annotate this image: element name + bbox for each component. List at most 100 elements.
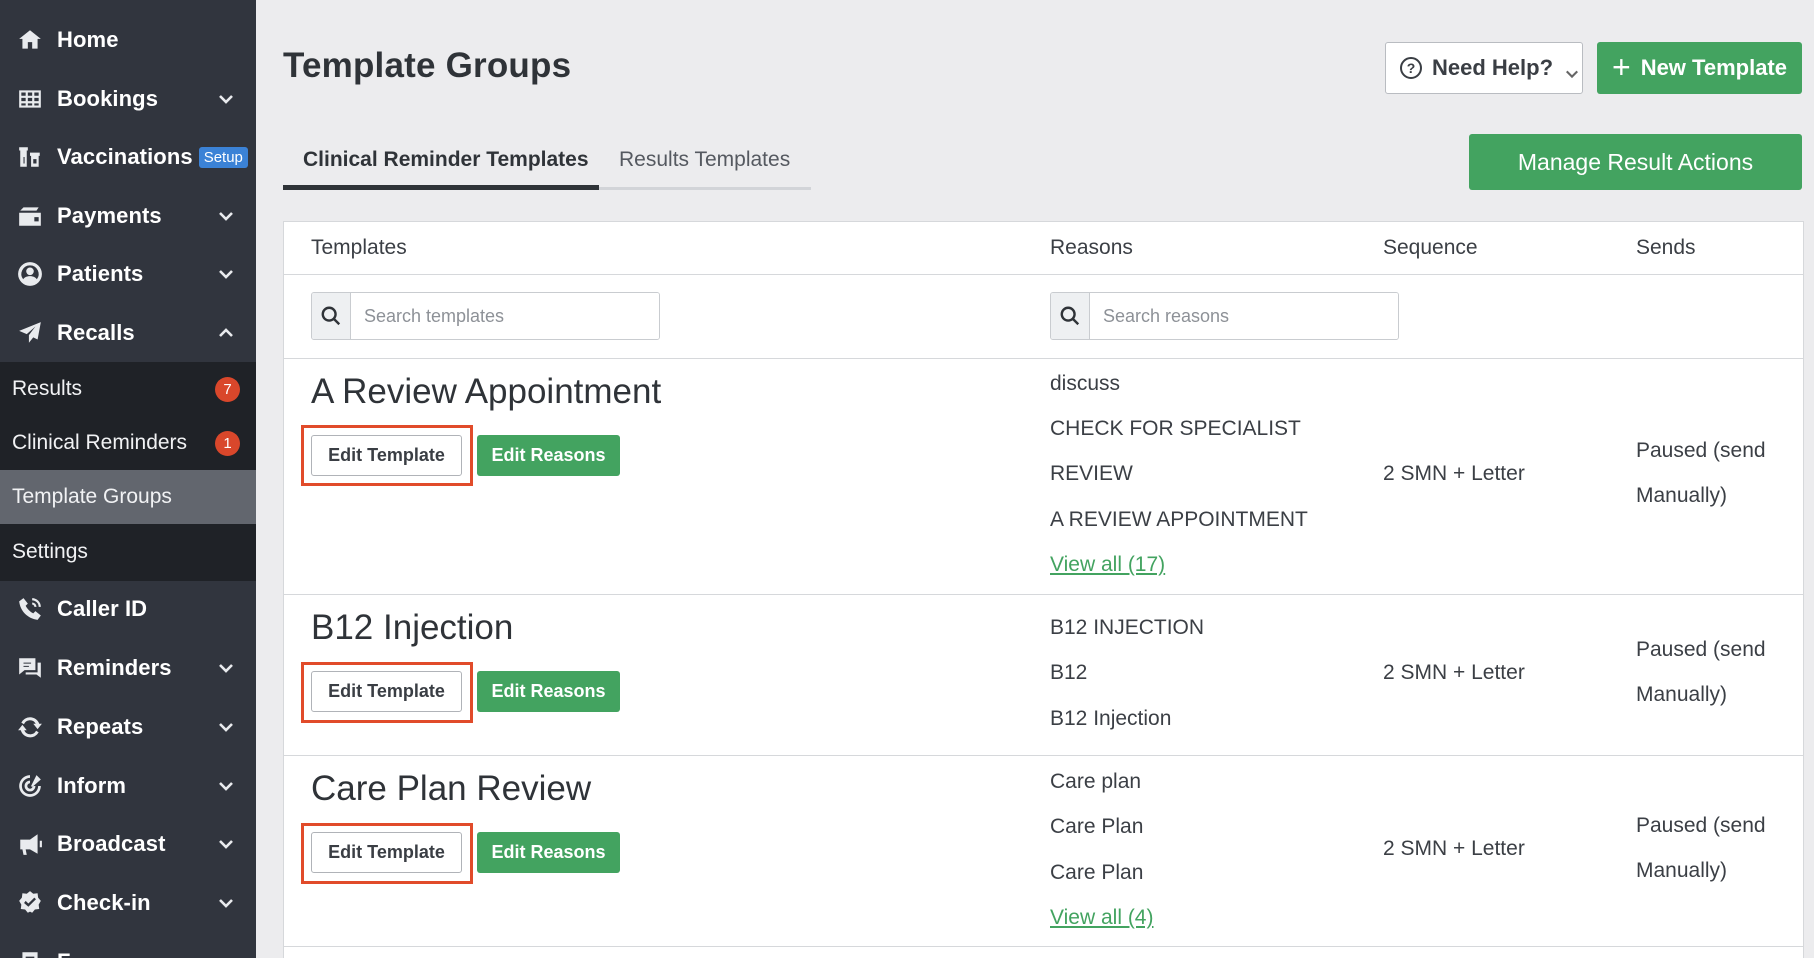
chevron-down-icon <box>218 778 234 794</box>
vials-icon <box>15 142 45 172</box>
divider <box>284 946 1803 947</box>
chevron-down-icon <box>1565 61 1579 79</box>
chevron-down-icon <box>218 208 234 224</box>
recalls-submenu: Results 7 Clinical Reminders 1 Template … <box>0 362 256 581</box>
chevron-down-icon <box>218 266 234 282</box>
active-tab-indicator <box>283 185 599 190</box>
view-all-reasons-link[interactable]: View all (4) <box>1050 906 1153 930</box>
reason-item: Care Plan <box>1050 861 1144 884</box>
reason-item: CHECK FOR SPECIALIST <box>1050 417 1301 440</box>
sidebar-item-vaccinations[interactable]: Vaccinations Setup <box>0 128 256 186</box>
template-title: Care Plan Review <box>311 769 592 808</box>
divider <box>284 358 1803 359</box>
column-header-reasons: Reasons <box>1050 236 1133 259</box>
templates-table: Templates Reasons Sequence Sends A Revie… <box>283 221 1804 958</box>
sidebar-subitem-clinical-reminders[interactable]: Clinical Reminders 1 <box>0 416 256 470</box>
sequence-value: 2 SMN + Letter <box>1383 661 1525 684</box>
sidebar-item-check-in[interactable]: Check-in <box>0 874 256 932</box>
paper-plane-icon <box>15 318 45 348</box>
reason-item: B12 <box>1050 661 1088 684</box>
divider <box>284 755 1803 756</box>
tab-clinical-reminder-templates[interactable]: Clinical Reminder Templates <box>303 148 589 172</box>
sidebar-item-label: Recalls <box>57 320 135 345</box>
sidebar-item-repeats[interactable]: Repeats <box>0 698 256 756</box>
edit-template-button[interactable]: Edit Template <box>311 671 462 712</box>
subitem-label: Clinical Reminders <box>12 431 188 454</box>
sends-value: Paused (send Manually) <box>1636 814 1766 882</box>
phone-icon <box>15 594 45 624</box>
search-icon[interactable] <box>312 293 351 339</box>
edit-template-button[interactable]: Edit Template <box>311 435 462 476</box>
reason-item: REVIEW <box>1050 462 1133 485</box>
sidebar-item-recalls[interactable]: Recalls <box>0 304 256 362</box>
reason-item: Care plan <box>1050 770 1142 793</box>
sidebar-subitem-template-groups[interactable]: Template Groups <box>0 470 256 524</box>
search-templates-input[interactable] <box>350 293 659 339</box>
column-header-sends: Sends <box>1636 236 1696 259</box>
sidebar-item-label: Caller ID <box>57 596 148 621</box>
sidebar-item-label: Inform <box>57 773 127 798</box>
reason-item: discuss <box>1050 372 1121 395</box>
search-icon[interactable] <box>1051 293 1090 339</box>
manage-result-actions-button[interactable]: Manage Result Actions <box>1469 134 1802 190</box>
sidebar-item-home[interactable]: Home <box>0 11 256 69</box>
sequence-value: 2 SMN + Letter <box>1383 462 1525 485</box>
sidebar-subitem-results[interactable]: Results 7 <box>0 362 256 416</box>
sends-value: Paused (send Manually) <box>1636 439 1766 507</box>
sidebar-item-label: Bookings <box>57 86 159 111</box>
chevron-down-icon <box>218 660 234 676</box>
new-template-button[interactable]: + New Template <box>1597 42 1802 94</box>
chevron-down-icon <box>218 895 234 911</box>
column-header-sequence: Sequence <box>1383 236 1478 259</box>
sidebar-item-caller-id[interactable]: Caller ID <box>0 580 256 638</box>
sidebar-item-forms[interactable]: F <box>0 933 256 958</box>
sidebar-item-payments[interactable]: Payments <box>0 187 256 245</box>
sidebar-item-label: Broadcast <box>57 831 166 856</box>
wallet-icon <box>15 201 45 231</box>
megaphone-icon <box>15 829 45 859</box>
divider <box>284 274 1803 275</box>
search-reasons-input[interactable] <box>1089 293 1398 339</box>
reason-item: B12 Injection <box>1050 707 1172 730</box>
sidebar-item-label: Home <box>57 27 119 52</box>
sidebar-item-label: Patients <box>57 261 144 286</box>
tab-results-templates[interactable]: Results Templates <box>619 148 790 172</box>
search-reasons <box>1050 292 1399 340</box>
chevron-down-icon <box>218 719 234 735</box>
plus-icon: + <box>1612 48 1631 85</box>
question-circle-icon: ? <box>1400 57 1422 79</box>
sidebar-item-bookings[interactable]: Bookings <box>0 70 256 128</box>
sidebar-subitem-settings[interactable]: Settings <box>0 525 256 579</box>
user-circle-icon <box>15 259 45 289</box>
subitem-label: Template Groups <box>12 485 172 508</box>
sidebar-item-label: Reminders <box>57 655 172 680</box>
sidebar-item-label: F <box>57 949 71 958</box>
edit-reasons-button[interactable]: Edit Reasons <box>477 671 620 712</box>
reason-item: Care Plan <box>1050 815 1144 838</box>
column-header-templates: Templates <box>311 236 407 259</box>
new-template-label: New Template <box>1640 55 1787 80</box>
sidebar-item-inform[interactable]: Inform <box>0 757 256 815</box>
count-badge: 1 <box>215 431 240 456</box>
sidebar-item-broadcast[interactable]: Broadcast <box>0 815 256 873</box>
edit-template-button[interactable]: Edit Template <box>311 832 462 873</box>
refresh-icon <box>15 712 45 742</box>
sidebar-item-reminders[interactable]: Reminders <box>0 639 256 697</box>
page-title: Template Groups <box>283 46 572 85</box>
edit-reasons-button[interactable]: Edit Reasons <box>477 435 620 476</box>
template-title: B12 Injection <box>311 608 514 647</box>
sidebar-item-label: Vaccinations <box>57 144 193 169</box>
table-icon <box>15 84 45 114</box>
need-help-label: Need Help? <box>1432 55 1554 80</box>
sidebar: Home Bookings Vaccinations Setup Payment… <box>0 0 256 958</box>
template-title: A Review Appointment <box>311 372 662 411</box>
search-templates <box>311 292 660 340</box>
sequence-value: 2 SMN + Letter <box>1383 837 1525 860</box>
sidebar-item-patients[interactable]: Patients <box>0 245 256 303</box>
edit-reasons-button[interactable]: Edit Reasons <box>477 832 620 873</box>
count-badge: 7 <box>215 377 240 402</box>
forms-icon <box>15 947 45 958</box>
view-all-reasons-link[interactable]: View all (17) <box>1050 553 1165 577</box>
target-icon <box>15 771 45 801</box>
need-help-button[interactable]: ? Need Help? <box>1385 42 1583 94</box>
